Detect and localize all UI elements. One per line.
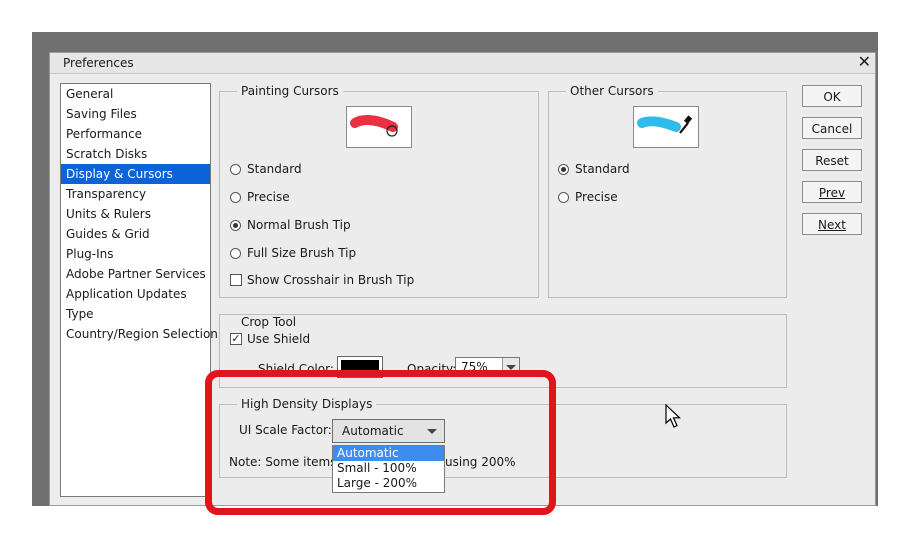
- opacity-dropdown-icon[interactable]: [502, 358, 519, 376]
- crosshair-option[interactable]: Show Crosshair in Brush Tip: [230, 273, 414, 287]
- brush-cursor-icon: [350, 115, 398, 137]
- painting-precise-option[interactable]: Precise: [230, 190, 290, 204]
- category-item-units-rulers[interactable]: Units & Rulers: [61, 204, 210, 224]
- title-bar: Preferences ✕: [50, 53, 875, 74]
- other-standard-option[interactable]: Standard: [558, 162, 630, 176]
- painting-cursor-preview: [346, 106, 412, 148]
- next-button[interactable]: Next: [802, 213, 862, 235]
- category-item-scratch-disks[interactable]: Scratch Disks: [61, 144, 210, 164]
- note-text-left: Note: Some items: [229, 455, 337, 469]
- other-precise-label: Precise: [575, 190, 618, 204]
- other-standard-label: Standard: [575, 162, 630, 176]
- painting-standard-option[interactable]: Standard: [230, 162, 302, 176]
- ui-scale-option-large[interactable]: Large - 200%: [333, 476, 444, 491]
- opacity-field[interactable]: 75%: [455, 357, 520, 377]
- prev-button[interactable]: Prev: [802, 181, 862, 203]
- painting-normal-brush-label: Normal Brush Tip: [247, 218, 351, 232]
- category-item-saving-files[interactable]: Saving Files: [61, 104, 210, 124]
- high-density-group: High Density Displays UI Scale Factor: N…: [219, 397, 787, 478]
- high-density-title: High Density Displays: [237, 397, 377, 411]
- other-precise-option[interactable]: Precise: [558, 190, 618, 204]
- category-item-guides-grid[interactable]: Guides & Grid: [61, 224, 210, 244]
- painting-cursors-title: Painting Cursors: [237, 84, 343, 98]
- other-precise-radio[interactable]: [558, 191, 569, 203]
- painting-full-size-radio[interactable]: [230, 247, 241, 259]
- shield-color-fill: [341, 360, 379, 374]
- preferences-dialog: Preferences ✕ General Saving Files Perfo…: [49, 52, 876, 506]
- painting-full-size-label: Full Size Brush Tip: [247, 246, 357, 260]
- use-shield-option[interactable]: ✓ Use Shield: [230, 332, 310, 346]
- note-text-right: using 200%: [445, 455, 516, 469]
- opacity-label: Opacity:: [407, 362, 457, 376]
- painting-standard-label: Standard: [247, 162, 302, 176]
- ui-scale-option-automatic[interactable]: Automatic: [333, 446, 444, 461]
- painting-precise-radio[interactable]: [230, 191, 241, 203]
- ui-scale-options: Automatic Small - 100% Large - 200%: [332, 445, 445, 493]
- category-item-type[interactable]: Type: [61, 304, 210, 324]
- category-item-general[interactable]: General: [61, 84, 210, 104]
- crop-tool-group: Crop Tool ✓ Use Shield Shield Color: Opa…: [219, 314, 787, 388]
- ui-scale-label: UI Scale Factor:: [239, 423, 332, 437]
- ui-scale-select[interactable]: Automatic: [332, 419, 445, 443]
- other-cursors-title: Other Cursors: [566, 84, 658, 98]
- other-cursors-group: Other Cursors Standard Precise: [548, 84, 787, 298]
- painting-cursors-group: Painting Cursors Standard Precise Normal…: [219, 84, 539, 298]
- other-standard-radio[interactable]: [558, 163, 569, 175]
- category-item-country-region[interactable]: Country/Region Selection: [61, 324, 218, 344]
- category-item-plug-ins[interactable]: Plug-Ins: [61, 244, 210, 264]
- ok-button[interactable]: OK: [802, 85, 862, 107]
- cancel-button[interactable]: Cancel: [802, 117, 862, 139]
- shield-color-label: Shield Color:: [258, 362, 334, 376]
- opacity-value: 75%: [461, 360, 488, 374]
- use-shield-checkbox[interactable]: ✓: [230, 333, 242, 345]
- painting-standard-radio[interactable]: [230, 163, 241, 175]
- crosshair-label: Show Crosshair in Brush Tip: [247, 273, 415, 287]
- painting-normal-brush-option[interactable]: Normal Brush Tip: [230, 218, 351, 232]
- eyedropper-cursor-icon: [637, 115, 693, 134]
- mouse-pointer-icon: [665, 404, 682, 428]
- category-list: General Saving Files Performance Scratch…: [60, 83, 218, 497]
- crop-tool-title: Crop Tool: [237, 315, 301, 329]
- dialog-title: Preferences: [63, 56, 134, 70]
- reset-button[interactable]: Reset: [802, 149, 862, 171]
- category-item-transparency[interactable]: Transparency: [61, 184, 210, 204]
- ui-scale-value: Automatic: [342, 424, 404, 438]
- category-item-application-updates[interactable]: Application Updates: [61, 284, 210, 304]
- close-icon[interactable]: ✕: [858, 53, 871, 71]
- crosshair-checkbox[interactable]: [230, 274, 242, 286]
- ui-scale-option-small[interactable]: Small - 100%: [333, 461, 444, 476]
- category-item-performance[interactable]: Performance: [61, 124, 210, 144]
- other-cursor-preview: [633, 106, 699, 148]
- painting-normal-brush-radio[interactable]: [230, 219, 241, 231]
- painting-precise-label: Precise: [247, 190, 290, 204]
- use-shield-label: Use Shield: [247, 332, 311, 346]
- category-item-display-cursors[interactable]: Display & Cursors: [61, 164, 210, 184]
- shield-color-swatch[interactable]: [337, 356, 383, 378]
- chevron-down-icon: [427, 429, 437, 434]
- painting-full-size-option[interactable]: Full Size Brush Tip: [230, 246, 356, 260]
- category-item-adobe-partner-services[interactable]: Adobe Partner Services: [61, 264, 210, 284]
